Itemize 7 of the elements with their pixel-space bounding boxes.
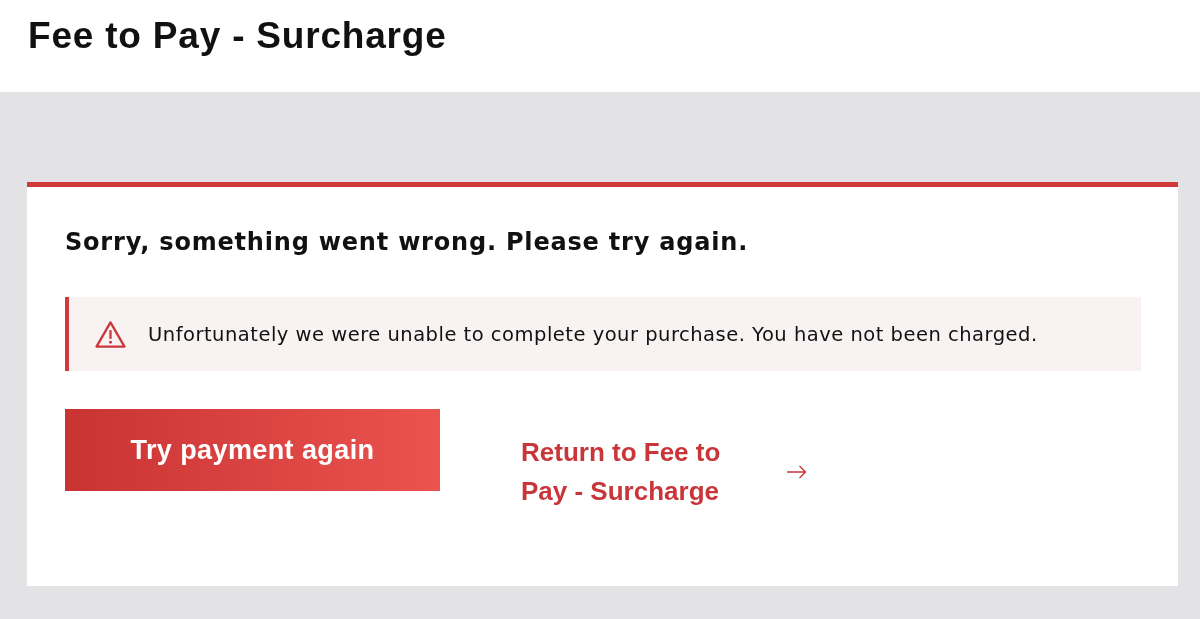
return-link[interactable]: Return to Fee to Pay - Surcharge [521,433,807,511]
alert-message: Unfortunately we were unable to complete your purchase. You have not been charged. [148,322,1038,346]
error-heading: Sorry, something went wrong. Please try again. [65,227,750,257]
try-payment-button[interactable]: Try payment again [65,409,440,491]
arrow-right-icon [787,465,807,479]
warning-icon [95,320,126,348]
page-title: Fee to Pay - Surcharge [28,15,447,57]
